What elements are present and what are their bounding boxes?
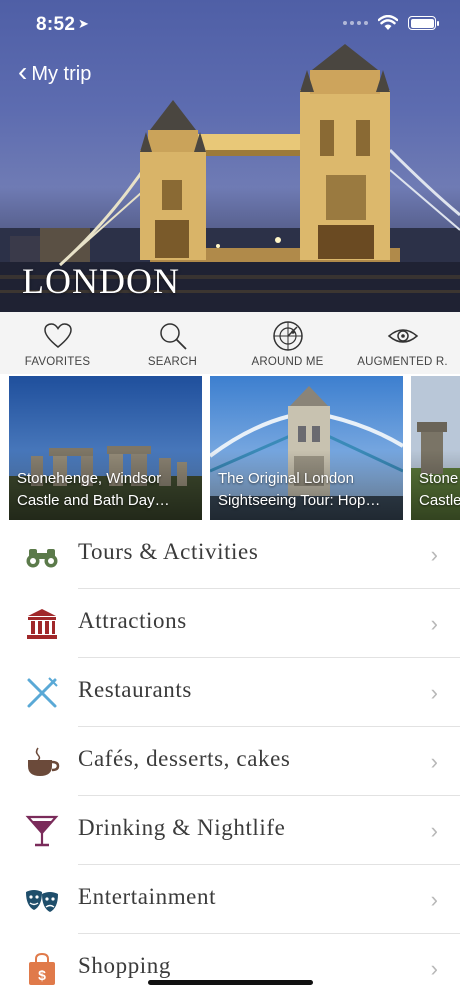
category-label: Entertainment — [78, 884, 217, 909]
category-tours-activities[interactable]: Tours & Activities › — [0, 520, 460, 589]
around-me-button[interactable]: AROUND ME — [230, 312, 345, 374]
svg-text:$: $ — [38, 967, 46, 983]
tour-card-title: The Original London Sightseeing Tour: Ho… — [218, 470, 381, 509]
battery-icon — [408, 16, 439, 30]
status-time: 8:52 — [36, 14, 76, 35]
location-arrow-icon: ➤ — [78, 16, 89, 31]
city-title: LONDON — [22, 261, 180, 301]
category-label: Restaurants — [78, 677, 192, 702]
category-shopping[interactable]: $ Shopping › — [0, 934, 460, 996]
chevron-right-icon: › — [430, 680, 438, 705]
search-label: SEARCH — [147, 356, 198, 368]
coffee-cup-icon — [28, 747, 60, 776]
tour-card[interactable]: Stonehenge, Windsor Castle and Bath Day… — [9, 376, 202, 520]
category-list: Tours & Activities › Attractions › Resta… — [0, 520, 460, 996]
fork-knife-icon — [27, 677, 58, 708]
category-restaurants[interactable]: Restaurants › — [0, 658, 460, 727]
chevron-right-icon: › — [430, 542, 438, 567]
augmented-reality-button[interactable]: AUGMENTED R. — [345, 312, 460, 374]
chevron-right-icon: › — [430, 887, 438, 912]
category-label: Tours & Activities — [78, 539, 259, 564]
chevron-right-icon: › — [430, 611, 438, 636]
category-attractions[interactable]: Attractions › — [0, 589, 460, 658]
tours-carousel[interactable]: Stonehenge, Windsor Castle and Bath Day…… — [0, 376, 460, 520]
tour-card[interactable]: The Original London Sightseeing Tour: Ho… — [210, 376, 403, 520]
category-entertainment[interactable]: Entertainment › — [0, 865, 460, 934]
category-label: Cafés, desserts, cakes — [78, 746, 291, 771]
augmented-reality-label: AUGMENTED R. — [357, 356, 448, 368]
back-button[interactable]: ‹ My trip — [18, 56, 92, 87]
around-me-label: AROUND ME — [251, 356, 324, 368]
radar-icon — [272, 321, 303, 351]
search-icon — [159, 323, 187, 350]
binoculars-icon — [26, 549, 58, 568]
back-button-label: My trip — [31, 62, 92, 85]
tour-card-title: Stone Castle — [419, 470, 460, 509]
search-button[interactable]: SEARCH — [115, 312, 230, 374]
category-label: Drinking & Nightlife — [78, 815, 286, 840]
status-bar: 8:52 ➤ — [0, 0, 460, 50]
theater-masks-icon — [26, 890, 58, 912]
favorites-label: FAVORITES — [24, 356, 91, 368]
wifi-icon — [378, 15, 398, 30]
museum-icon — [27, 609, 57, 639]
hero-banner: 8:52 ➤ ‹ My trip LONDON — [0, 0, 460, 312]
category-label: Shopping — [78, 953, 171, 978]
favorites-button[interactable]: FAVORITES — [0, 312, 115, 374]
category-cafes[interactable]: Cafés, desserts, cakes › — [0, 727, 460, 796]
heart-icon — [43, 323, 72, 348]
chevron-right-icon: › — [430, 956, 438, 981]
shopping-bag-icon: $ — [29, 952, 55, 985]
eye-icon — [387, 329, 418, 343]
category-label: Attractions — [78, 608, 187, 633]
chevron-left-icon: ‹ — [18, 56, 28, 87]
tour-card[interactable]: Stone Castle — [411, 376, 460, 520]
tour-card-title: Stonehenge, Windsor Castle and Bath Day… — [17, 470, 170, 509]
chevron-right-icon: › — [430, 749, 438, 774]
cellular-signal-icon — [343, 21, 368, 25]
quick-actions-toolbar: FAVORITES SEARCH AROUND ME AUGMENTED R. — [0, 312, 460, 374]
category-drinking-nightlife[interactable]: Drinking & Nightlife › — [0, 796, 460, 865]
chevron-right-icon: › — [430, 818, 438, 843]
cocktail-icon — [25, 815, 59, 847]
home-indicator[interactable] — [148, 980, 313, 985]
